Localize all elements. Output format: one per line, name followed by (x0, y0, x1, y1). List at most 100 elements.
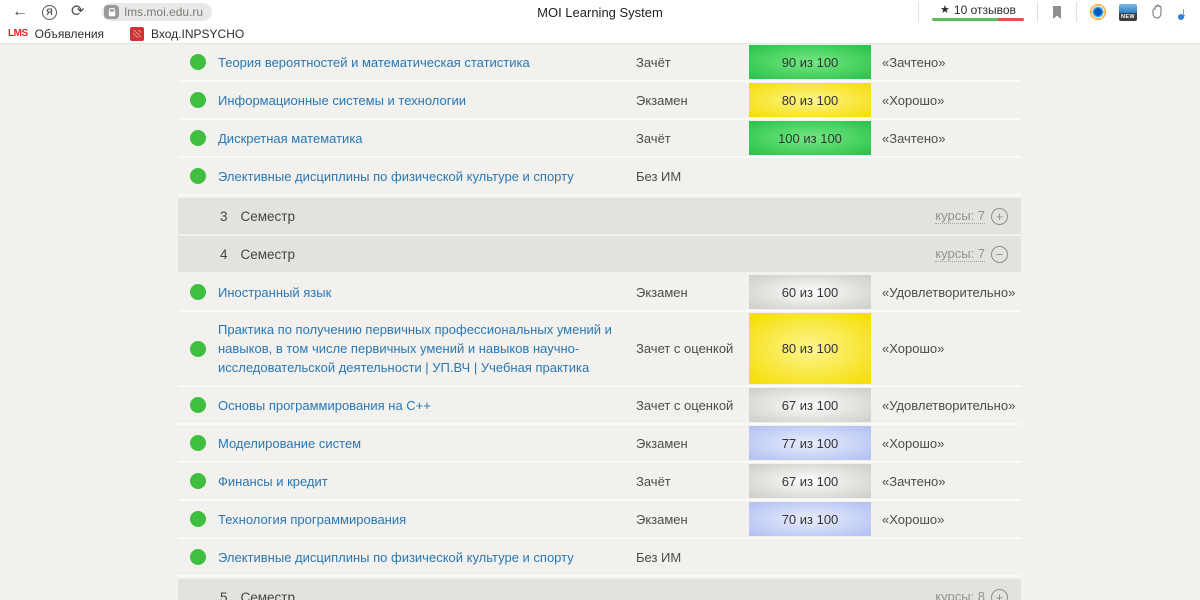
score-cell-wrap: 90 из 100 (749, 44, 871, 80)
control-type: Зачет с оценкой (636, 398, 749, 413)
courses-link-text[interactable]: курсы: 7 (935, 246, 985, 262)
rating-bar-red (998, 18, 1024, 21)
semester-label: Семестр (241, 247, 296, 262)
status-dot-cell (178, 511, 218, 527)
extension-circle-icon[interactable] (1090, 4, 1106, 20)
bookmarks-bar: LMS Объявления Вход.INPSYCHO (0, 24, 1200, 44)
bookmark-item-announcements[interactable]: LMS Объявления (8, 27, 104, 41)
control-type: Зачет с оценкой (636, 341, 749, 356)
refresh-button[interactable]: ⟳ (71, 4, 84, 20)
back-button[interactable]: ← (12, 4, 28, 20)
table-row: Технология программирования Экзамен 70 и… (178, 501, 1021, 539)
gradebook: Теория вероятностей и математическая ста… (178, 44, 1021, 600)
toolbar-separator (1037, 2, 1038, 22)
new-badge: NEW (1119, 13, 1137, 21)
course-name-link[interactable]: Дискретная математика (218, 131, 363, 146)
course-name-link[interactable]: Теория вероятностей и математическая ста… (218, 55, 530, 70)
grade-label: «Удовлетворительно» (871, 398, 1021, 413)
status-dot-cell (178, 435, 218, 451)
lock-icon[interactable] (104, 5, 119, 19)
course-name-cell: Финансы и кредит (218, 464, 636, 499)
score-cell: 90 из 100 (749, 45, 871, 79)
score-cell-wrap (749, 158, 871, 194)
course-name-cell: Элективные дисциплины по физической куль… (218, 159, 636, 194)
control-type: Экзамен (636, 512, 749, 527)
status-dot-icon (190, 92, 206, 108)
semester-row[interactable]: 5 Семестр курсы: 8 + (178, 579, 1021, 600)
courses-link-text[interactable]: курсы: 7 (935, 208, 985, 224)
table-row: Дискретная математика Зачёт 100 из 100 «… (178, 120, 1021, 158)
semester-number: 4 (220, 247, 228, 262)
address-bar[interactable]: lms.moi.edu.ru (102, 3, 212, 21)
course-name-link[interactable]: Моделирование систем (218, 436, 361, 451)
score-cell: 67 из 100 (749, 388, 871, 422)
status-dot-cell (178, 549, 218, 565)
score-cell: 60 из 100 (749, 275, 871, 309)
toggle-icon[interactable]: + (991, 589, 1008, 600)
course-name-cell: Практика по получению первичных професси… (218, 312, 636, 385)
status-dot-icon (190, 168, 206, 184)
status-dot-icon (190, 341, 206, 357)
score-cell: 70 из 100 (749, 502, 871, 536)
control-type: Экзамен (636, 436, 749, 451)
course-name-cell: Дискретная математика (218, 121, 636, 156)
extension-new-icon-top (1119, 4, 1137, 13)
control-type: Экзамен (636, 93, 749, 108)
browser-toolbar: ← Я ⟳ lms.moi.edu.ru MOI Learning System… (0, 0, 1200, 24)
extension-hand-icon[interactable] (1150, 4, 1167, 20)
score-cell-wrap: 80 из 100 (749, 312, 871, 385)
score-cell-wrap: 67 из 100 (749, 387, 871, 423)
table-row: Практика по получению первичных професси… (178, 312, 1021, 387)
courses-link-text[interactable]: курсы: 8 (935, 589, 985, 600)
course-name-cell: Иностранный язык (218, 275, 636, 310)
score-cell: 80 из 100 (749, 83, 871, 117)
table-row: Иностранный язык Экзамен 60 из 100 «Удов… (178, 274, 1021, 312)
status-dot-cell (178, 92, 218, 108)
course-name-link[interactable]: Иностранный язык (218, 285, 331, 300)
score-cell-wrap: 67 из 100 (749, 463, 871, 499)
semester-row[interactable]: 4 Семестр курсы: 7 − (178, 236, 1021, 272)
course-name-link[interactable]: Элективные дисциплины по физической куль… (218, 550, 574, 565)
bookmark-item-vhod-inpsycho[interactable]: Вход.INPSYCHO (130, 27, 244, 41)
semester-row[interactable]: 3 Семестр курсы: 7 + (178, 198, 1021, 234)
grade-label: «Хорошо» (871, 341, 1021, 356)
url-text[interactable]: lms.moi.edu.ru (124, 5, 203, 19)
course-name-link[interactable]: Информационные системы и технологии (218, 93, 466, 108)
course-name-link[interactable]: Основы программирования на C++ (218, 398, 431, 413)
yandex-icon[interactable]: Я (42, 5, 57, 20)
grade-label: «Хорошо» (871, 512, 1021, 527)
score-cell: 67 из 100 (749, 464, 871, 498)
status-dot-icon (190, 54, 206, 70)
score-cell-wrap: 70 из 100 (749, 501, 871, 537)
bookmark-flag-icon[interactable] (1051, 5, 1063, 20)
status-dot-icon (190, 549, 206, 565)
course-name-cell: Элективные дисциплины по физической куль… (218, 540, 636, 575)
score-cell-wrap (749, 539, 871, 575)
rating-bar-green (932, 18, 998, 21)
course-name-link[interactable]: Элективные дисциплины по физической куль… (218, 169, 574, 184)
status-dot-icon (190, 511, 206, 527)
course-name-link[interactable]: Практика по получению первичных професси… (218, 322, 612, 375)
extension-new-icon[interactable]: NEW (1119, 4, 1137, 21)
download-icon[interactable]: ↓ (1180, 3, 1196, 21)
semester-label: Семестр (241, 590, 296, 600)
semester-number: 3 (220, 209, 228, 224)
course-name-cell: Теория вероятностей и математическая ста… (218, 45, 636, 80)
score-cell: 77 из 100 (749, 426, 871, 460)
status-dot-cell (178, 473, 218, 489)
toggle-icon[interactable]: − (991, 246, 1008, 263)
site-rating-button[interactable]: ★ 10 отзывов (932, 3, 1024, 21)
course-name-link[interactable]: Финансы и кредит (218, 474, 328, 489)
course-name-cell: Моделирование систем (218, 426, 636, 461)
table-row: Финансы и кредит Зачёт 67 из 100 «Зачтен… (178, 463, 1021, 501)
star-icon: ★ (940, 5, 950, 16)
toggle-icon[interactable]: + (991, 208, 1008, 225)
control-type: Экзамен (636, 285, 749, 300)
table-row: Теория вероятностей и математическая ста… (178, 44, 1021, 82)
course-name-link[interactable]: Технология программирования (218, 512, 406, 527)
grade-label: «Зачтено» (871, 55, 1021, 70)
status-dot-icon (190, 397, 206, 413)
grade-label: «Хорошо» (871, 93, 1021, 108)
toolbar-separator (918, 2, 919, 22)
score-cell-wrap: 60 из 100 (749, 274, 871, 310)
